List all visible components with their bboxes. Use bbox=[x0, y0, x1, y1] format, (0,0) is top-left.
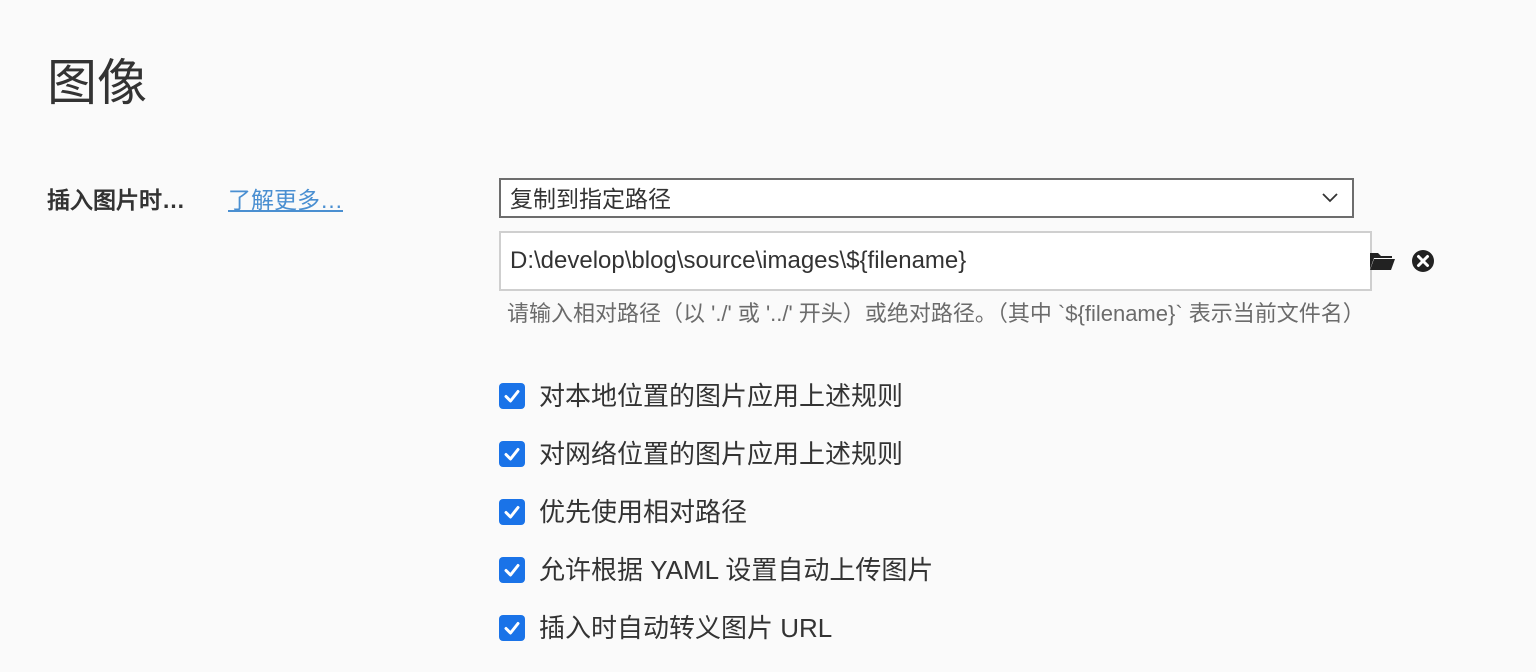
clear-circle-icon[interactable] bbox=[1409, 247, 1437, 275]
option-label[interactable]: 允许根据 YAML 设置自动上传图片 bbox=[539, 555, 933, 585]
option-local-images[interactable]: 对本地位置的图片应用上述规则 bbox=[499, 381, 903, 411]
folder-icon[interactable] bbox=[1368, 247, 1396, 275]
option-network-images[interactable]: 对网络位置的图片应用上述规则 bbox=[499, 439, 903, 469]
checkbox[interactable] bbox=[499, 615, 525, 641]
insert-image-label: 插入图片时… bbox=[47, 187, 185, 213]
option-label[interactable]: 对网络位置的图片应用上述规则 bbox=[539, 439, 903, 469]
checkbox[interactable] bbox=[499, 499, 525, 525]
insert-image-action-select[interactable]: 复制到指定路径 bbox=[499, 178, 1354, 218]
option-escape-url[interactable]: 插入时自动转义图片 URL bbox=[499, 613, 832, 643]
path-hint: 请输入相对路径（以 './' 或 '../' 开头）或绝对路径。（其中 `${f… bbox=[507, 301, 1365, 326]
learn-more-link[interactable]: 了解更多… bbox=[228, 185, 343, 215]
checkbox[interactable] bbox=[499, 557, 525, 583]
select-value: 复制到指定路径 bbox=[510, 186, 671, 212]
option-label[interactable]: 插入时自动转义图片 URL bbox=[539, 613, 832, 643]
checkmark-icon bbox=[504, 622, 520, 635]
chevron-down-icon bbox=[1322, 193, 1338, 203]
checkbox[interactable] bbox=[499, 441, 525, 467]
option-yaml-upload[interactable]: 允许根据 YAML 设置自动上传图片 bbox=[499, 555, 933, 585]
checkmark-icon bbox=[504, 390, 520, 403]
page-title: 图像 bbox=[47, 55, 147, 111]
checkbox[interactable] bbox=[499, 383, 525, 409]
image-settings-page: 图像 插入图片时… 了解更多… 复制到指定路径 请输入相对路径（以 './' 或… bbox=[0, 0, 1536, 672]
option-prefer-relative[interactable]: 优先使用相对路径 bbox=[499, 497, 747, 527]
checkmark-icon bbox=[504, 506, 520, 519]
checkmark-icon bbox=[504, 564, 520, 577]
image-path-input[interactable] bbox=[499, 231, 1372, 291]
option-label[interactable]: 优先使用相对路径 bbox=[539, 497, 747, 527]
checkmark-icon bbox=[504, 448, 520, 461]
option-label[interactable]: 对本地位置的图片应用上述规则 bbox=[539, 381, 903, 411]
